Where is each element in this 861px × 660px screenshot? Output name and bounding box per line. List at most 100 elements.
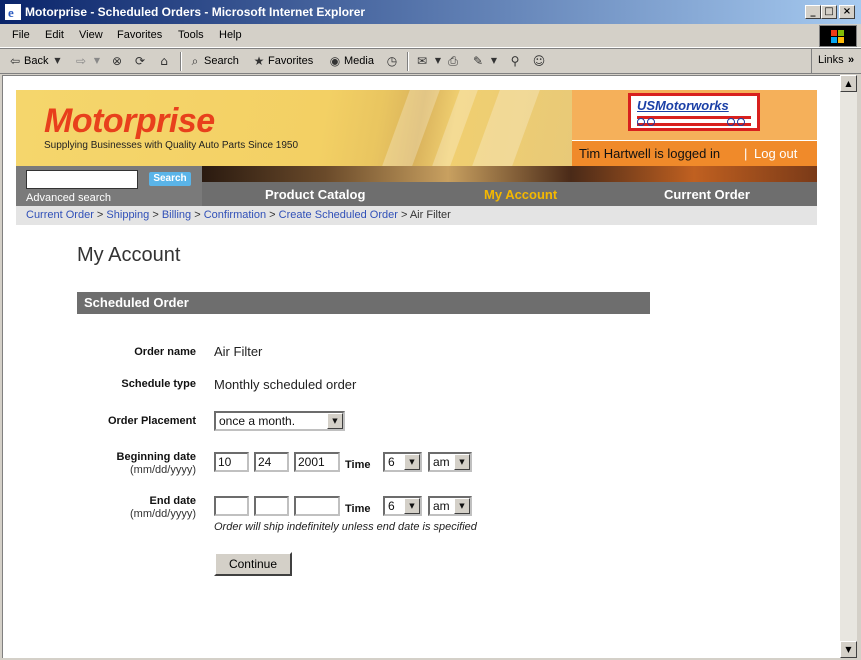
beginning-date-label: Beginning date — [116, 451, 196, 463]
search-toolbar-button[interactable]: ⌕ Search — [188, 54, 239, 68]
window-titlebar: e Motorprise - Scheduled Orders - Micros… — [0, 0, 861, 24]
begin-ampm-select[interactable]: am ▼ — [428, 452, 472, 472]
browser-toolbar: ⇦ Back ▼ ⇨ ▼ ⊗ ⟳ ⌂ ⌕ Search ★ Favorites … — [0, 48, 861, 74]
back-arrow-icon: ⇦ — [9, 54, 21, 68]
media-toolbar-button[interactable]: ◉ Media — [328, 54, 374, 68]
vertical-scrollbar[interactable]: ▲ ▼ — [840, 75, 857, 658]
menu-view[interactable]: View — [79, 29, 103, 41]
forward-arrow-icon: ⇨ — [75, 54, 87, 68]
menu-edit[interactable]: Edit — [45, 29, 64, 41]
favorites-toolbar-button[interactable]: ★ Favorites — [252, 54, 314, 68]
end-day-input[interactable] — [254, 496, 289, 516]
back-button[interactable]: ⇦ Back ▼ — [8, 54, 64, 68]
breadcrumb-shipping[interactable]: Shipping — [106, 209, 149, 221]
breadcrumb-confirmation[interactable]: Confirmation — [204, 209, 266, 221]
begin-year-input[interactable]: 2001 — [294, 452, 340, 472]
discuss-icon: ⚲ — [510, 54, 520, 68]
stop-icon: ⊗ — [111, 54, 123, 68]
search-input[interactable] — [26, 170, 138, 189]
order-name-label: Order name — [134, 346, 196, 358]
links-bar[interactable]: Links » — [811, 49, 861, 73]
stop-button[interactable]: ⊗ — [110, 54, 124, 68]
scroll-down-icon[interactable]: ▼ — [840, 641, 857, 658]
breadcrumb-billing[interactable]: Billing — [162, 209, 191, 221]
dropdown-arrow-icon: ▼ — [434, 56, 442, 65]
breadcrumb-current-order[interactable]: Current Order — [26, 209, 94, 221]
maximize-button[interactable]: □ — [821, 5, 837, 19]
nav-product-catalog[interactable]: Product Catalog — [265, 187, 365, 202]
menu-tools[interactable]: Tools — [178, 29, 204, 41]
messenger-icon: ☺ — [532, 54, 546, 68]
end-date-label: End date — [149, 495, 196, 507]
media-icon: ◉ — [329, 54, 341, 68]
chevron-down-icon: ▼ — [454, 498, 470, 514]
search-panel: Search Advanced search — [16, 166, 202, 206]
nav-decoration — [202, 166, 817, 182]
wheel-icon — [727, 118, 735, 126]
order-placement-select[interactable]: once a month. ▼ — [214, 411, 345, 431]
login-status: Tim Hartwell is logged in | Log out — [572, 140, 817, 166]
menu-bar: File Edit View Favorites Tools Help — [0, 24, 861, 48]
close-button[interactable]: × — [839, 5, 855, 19]
search-button[interactable]: Search — [149, 172, 191, 186]
end-ampm-select[interactable]: am ▼ — [428, 496, 472, 516]
logout-link[interactable]: Log out — [754, 146, 797, 161]
breadcrumb: Current Order > Shipping > Billing > Con… — [16, 206, 817, 225]
chevron-down-icon: ▼ — [454, 454, 470, 470]
end-time-label: Time — [345, 503, 371, 515]
end-date-format: (mm/dd/yyyy) — [130, 508, 196, 520]
breadcrumb-create-scheduled-order[interactable]: Create Scheduled Order — [279, 209, 398, 221]
menu-help[interactable]: Help — [219, 29, 242, 41]
messenger-button[interactable]: ☺ — [532, 54, 546, 68]
nav-current-order[interactable]: Current Order — [664, 187, 750, 202]
star-folder-icon: ★ — [253, 54, 265, 68]
menu-favorites[interactable]: Favorites — [117, 29, 162, 41]
dropdown-arrow-icon: ▼ — [490, 56, 498, 65]
dropdown-arrow-icon: ▼ — [54, 56, 61, 65]
begin-month-input[interactable]: 10 — [214, 452, 249, 472]
schedule-type-value: Monthly scheduled order — [214, 377, 357, 392]
chevron-down-icon: ▼ — [327, 413, 343, 429]
begin-hour-select[interactable]: 6 ▼ — [383, 452, 422, 472]
mail-button[interactable]: ✉ ▼ — [415, 54, 445, 68]
magnifier-icon: ⌕ — [191, 54, 199, 68]
site-header: Motorprise Supplying Businesses with Qua… — [16, 90, 817, 166]
printer-icon: ⎙ — [448, 54, 458, 68]
usmotorworks-logo[interactable]: USMotorworks — [628, 93, 760, 131]
refresh-button[interactable]: ⟳ — [133, 54, 147, 68]
main-nav: Product Catalog My Account Current Order — [202, 182, 817, 206]
begin-time-label: Time — [345, 459, 371, 471]
edit-icon: ✎ — [472, 54, 484, 68]
history-icon: ◷ — [386, 54, 398, 68]
dropdown-arrow-icon: ▼ — [93, 56, 101, 65]
brand-logo[interactable]: Motorprise — [44, 102, 215, 141]
order-name-value: Air Filter — [214, 344, 263, 359]
partner-panel: USMotorworks Tim Hartwell is logged in |… — [572, 90, 817, 166]
scroll-up-icon[interactable]: ▲ — [840, 75, 857, 92]
chevron-down-icon: ▼ — [404, 498, 420, 514]
wheel-icon — [637, 118, 645, 126]
end-year-input[interactable] — [294, 496, 340, 516]
page-viewport: Motorprise Supplying Businesses with Qua… — [2, 75, 840, 658]
ie-icon: e — [5, 4, 21, 20]
forward-button[interactable]: ⇨ ▼ — [74, 54, 104, 68]
end-month-input[interactable] — [214, 496, 249, 516]
logged-in-text: Tim Hartwell is logged in — [579, 146, 721, 161]
advanced-search-link[interactable]: Advanced search — [26, 192, 111, 204]
section-header: Scheduled Order — [77, 292, 650, 314]
menu-file[interactable]: File — [12, 29, 30, 41]
discuss-button[interactable]: ⚲ — [508, 54, 522, 68]
brand-tagline: Supplying Businesses with Quality Auto P… — [44, 140, 299, 151]
begin-day-input[interactable]: 24 — [254, 452, 289, 472]
end-date-hint: Order will ship indefinitely unless end … — [214, 521, 477, 533]
print-button[interactable]: ⎙ — [446, 54, 460, 68]
nav-my-account[interactable]: My Account — [484, 187, 557, 202]
edit-button[interactable]: ✎ ▼ — [471, 54, 501, 68]
continue-button[interactable]: Continue — [214, 552, 292, 576]
window-title: Motorprise - Scheduled Orders - Microsof… — [25, 5, 366, 19]
end-hour-select[interactable]: 6 ▼ — [383, 496, 422, 516]
history-button[interactable]: ◷ — [385, 54, 399, 68]
minimize-button[interactable]: _ — [805, 5, 821, 19]
chevron-down-icon: ▼ — [404, 454, 420, 470]
home-button[interactable]: ⌂ — [157, 54, 171, 68]
